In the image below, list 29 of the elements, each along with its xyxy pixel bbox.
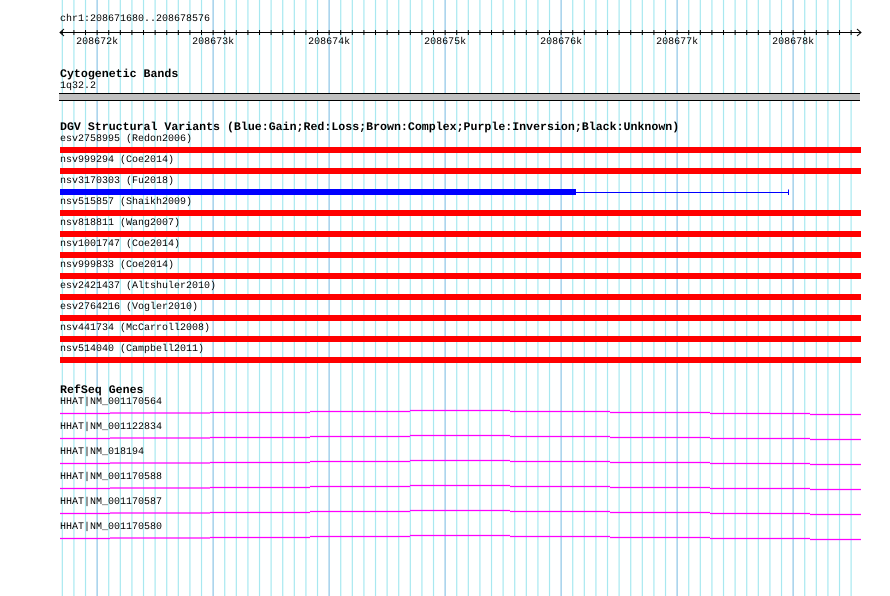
gene-label: HHAT|NM_001122834 [60, 422, 162, 434]
tick-label: 208672k [76, 37, 118, 48]
variant-label: nsv514040 (Campbell2011) [60, 344, 204, 356]
track-title: DGV Structural Variants (Blue:Gain;Red:Loss;Brown:Complex;Purple:Inversion;Black:Unknown) [60, 122, 680, 134]
variant-label: nsv441734 (McCarroll2008) [60, 323, 210, 335]
tick-label: 208678k [772, 37, 814, 48]
tick-label: 208677k [656, 37, 698, 48]
gene-label: HHAT|NM_001170587 [60, 497, 162, 509]
gene-label: HHAT|NM_001170564 [60, 397, 162, 409]
gene-label: HHAT|NM_018194 [60, 447, 144, 459]
gene-label: HHAT|NM_001170588 [60, 472, 162, 484]
tick-label: 208674k [308, 37, 350, 48]
variant-label: esv2764216 (Vogler2010) [60, 302, 198, 314]
variant-label: nsv999294 (Coe2014) [60, 155, 174, 167]
band-label: 1q32.2 [60, 81, 96, 93]
ruler-label: chr1:208671680..208678576 [60, 14, 210, 26]
tick-label: 208675k [424, 37, 466, 48]
variant-label: nsv818811 (Wang2007) [60, 218, 180, 230]
variant-label: esv2421437 (Altshuler2010) [60, 281, 216, 293]
gene-label: HHAT|NM_001170580 [60, 522, 162, 534]
variant-label: nsv3170303 (Fu2018) [60, 176, 174, 188]
tick-label: 208673k [192, 37, 234, 48]
track-title: Cytogenetic Bands [60, 69, 178, 81]
variant-label: esv2758995 (Redon2006) [60, 134, 192, 146]
track-title: RefSeq Genes [60, 385, 144, 397]
tick-label: 208676k [540, 37, 582, 48]
variant-label: nsv999833 (Coe2014) [60, 260, 174, 272]
variant-label: nsv1001747 (Coe2014) [60, 239, 180, 251]
variant-label: nsv515857 (Shaikh2009) [60, 197, 192, 209]
